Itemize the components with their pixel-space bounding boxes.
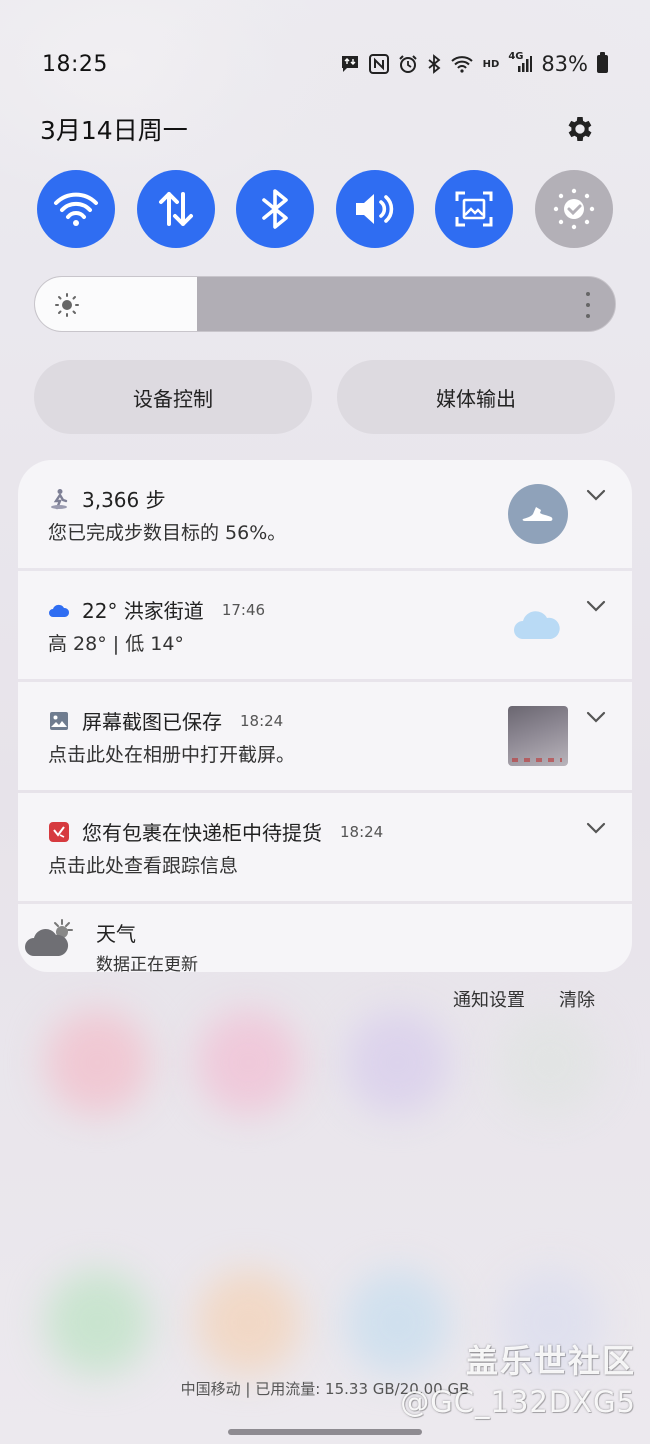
- date-row: 3月14日周一: [40, 110, 598, 148]
- blurred-app-icon: [196, 1270, 301, 1375]
- steps-icon: [48, 488, 70, 510]
- gallery-icon: [48, 710, 70, 732]
- notification-steps[interactable]: 3,366 步 您已完成步数目标的 56%。: [18, 460, 632, 568]
- blurred-app-icon: [345, 1010, 450, 1115]
- package-icon: [48, 821, 70, 843]
- blurred-app-icon: [498, 1010, 603, 1115]
- eye-comfort-icon: [553, 188, 595, 230]
- media-output-button[interactable]: 媒体输出: [337, 360, 615, 434]
- notification-body: 高 28° | 低 14°: [48, 633, 184, 655]
- notification-title: 22° 洪家街道: [82, 599, 204, 623]
- bluetooth-icon: [262, 189, 288, 229]
- notification-settings-button[interactable]: 通知设置: [453, 986, 525, 1012]
- quick-toggles: [37, 170, 613, 248]
- notification-list: 3,366 步 您已完成步数目标的 56%。 22° 洪家街道 17:46 高 …: [18, 460, 632, 975]
- chevron-down-icon[interactable]: [586, 488, 606, 502]
- notification-title: 您有包裹在快递柜中待提货: [82, 821, 322, 845]
- toggle-wifi[interactable]: [37, 170, 115, 248]
- settings-button[interactable]: [562, 111, 598, 147]
- status-time: 18:25: [42, 51, 108, 77]
- notification-weather[interactable]: 22° 洪家街道 17:46 高 28° | 低 14°: [18, 571, 632, 679]
- notification-body: 您已完成步数目标的 56%。: [48, 522, 287, 544]
- watermark-user: @GC_132DXG5: [400, 1385, 636, 1419]
- screen-capture-icon: [455, 191, 493, 227]
- toggle-eye-comfort[interactable]: [534, 170, 613, 248]
- gear-icon: [568, 117, 592, 141]
- notification-body: 点击此处在相册中打开截屏。: [48, 744, 296, 766]
- date-label: 3月14日周一: [40, 116, 188, 145]
- chevron-down-icon[interactable]: [586, 821, 606, 835]
- shoe-icon: [508, 484, 568, 544]
- notification-header: 22° 洪家街道 17:46: [48, 595, 265, 624]
- notification-time: 17:46: [221, 600, 266, 619]
- screenshot-thumbnail[interactable]: [508, 706, 568, 766]
- data-arrows-icon: [158, 192, 193, 226]
- notification-body: 点击此处查看跟踪信息: [48, 855, 239, 877]
- toggle-mobile-data[interactable]: [136, 170, 215, 248]
- blurred-app-icon: [345, 1270, 450, 1375]
- notification-actions: 通知设置 清除: [453, 986, 595, 1012]
- battery-percentage: 83%: [541, 52, 588, 76]
- notification-title: 3,366 步: [82, 488, 166, 512]
- partly-cloudy-icon: [25, 919, 73, 956]
- notification-header: 您有包裹在快递柜中待提货 18:24: [48, 817, 383, 846]
- brightness-more-icon[interactable]: [585, 292, 591, 318]
- status-bar: 18:25 HD 4G 83%: [42, 48, 608, 80]
- notification-title: 屏幕截图已保存: [82, 710, 222, 734]
- notification-package[interactable]: 您有包裹在快递柜中待提货 18:24 点击此处查看跟踪信息: [18, 793, 632, 901]
- alarm-icon: [398, 53, 418, 75]
- toggle-sound[interactable]: [335, 170, 414, 248]
- weather-widget-status: 数据正在更新: [96, 955, 198, 975]
- notification-screenshot[interactable]: 屏幕截图已保存 18:24 点击此处在相册中打开截屏。: [18, 682, 632, 790]
- notification-time: 18:24: [240, 711, 284, 730]
- watermark-title: 盖乐世社区: [465, 1342, 636, 1380]
- wifi-icon: [450, 53, 474, 75]
- brightness-sun-icon: [55, 293, 79, 317]
- hd-icon: HD: [482, 58, 500, 70]
- device-control-button[interactable]: 设备控制: [34, 360, 312, 434]
- battery-icon: [597, 52, 608, 73]
- message-sync-icon: [340, 53, 360, 75]
- weather-widget-title: 天气: [96, 922, 136, 946]
- status-icons: HD 4G 83%: [340, 51, 608, 76]
- blurred-app-icon: [45, 1010, 150, 1115]
- blurred-app-icon: [45, 1270, 150, 1375]
- clear-all-button[interactable]: 清除: [559, 986, 595, 1012]
- chevron-down-icon[interactable]: [586, 599, 606, 613]
- toggle-screenshot[interactable]: [435, 170, 514, 248]
- brightness-slider[interactable]: [34, 276, 616, 332]
- toggle-bluetooth[interactable]: [236, 170, 315, 248]
- notification-header: 屏幕截图已保存 18:24: [48, 706, 283, 735]
- 4g-signal-icon: 4G: [508, 51, 533, 75]
- blurred-app-icon: [196, 1010, 301, 1115]
- nfc-icon: [368, 53, 389, 75]
- home-indicator[interactable]: [228, 1429, 422, 1435]
- volume-icon: [355, 194, 393, 224]
- cloud-icon: [48, 599, 70, 621]
- chevron-down-icon[interactable]: [586, 710, 606, 724]
- notification-time: 18:24: [340, 822, 384, 841]
- cloud-large-icon: [514, 611, 560, 639]
- bluetooth-icon: [427, 53, 441, 75]
- weather-widget[interactable]: 天气 数据正在更新: [18, 904, 632, 975]
- notification-header: 3,366 步: [48, 484, 166, 513]
- wifi-icon: [54, 192, 98, 226]
- network-label: 4G: [508, 51, 524, 62]
